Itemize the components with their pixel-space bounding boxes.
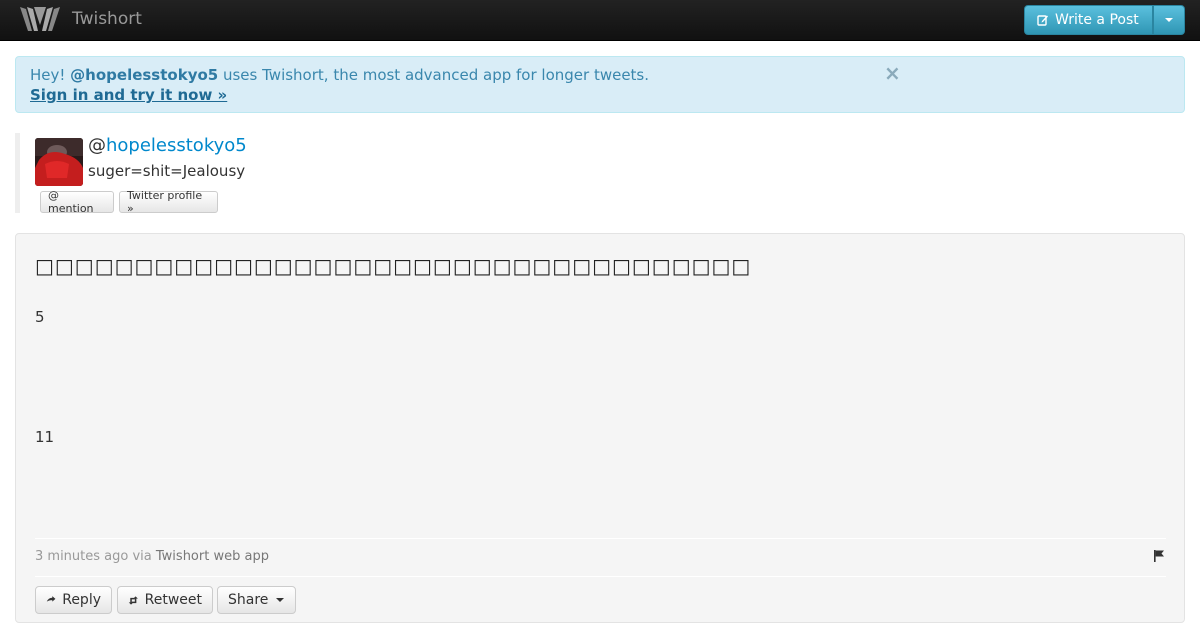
signin-alert: Hey! @hopelesstokyo5 uses Twishort, the … <box>15 56 1185 113</box>
write-post-button[interactable]: Write a Post <box>1024 5 1153 35</box>
reply-button[interactable]: Reply <box>35 586 112 614</box>
profile-handle: @hopelesstokyo5 <box>88 135 247 156</box>
avatar[interactable] <box>35 138 83 186</box>
write-post-dropdown-button[interactable] <box>1153 5 1185 35</box>
alert-suffix: uses Twishort, the most advanced app for… <box>218 66 650 84</box>
profile-username-link[interactable]: hopelesstokyo5 <box>106 135 247 156</box>
alert-prefix: Hey! <box>30 66 71 84</box>
at-sign: @ <box>88 135 106 156</box>
twitter-profile-button[interactable]: Twitter profile » <box>119 189 218 215</box>
brand-name[interactable]: Twishort <box>72 9 142 29</box>
post-container: □□□□□□□□□□□□□□□□□□□□□□□□□□□□□□□□□□□□ 5 1… <box>15 233 1185 623</box>
top-navbar: Twishort Write a Post <box>0 0 1200 41</box>
via-text: via <box>128 549 156 564</box>
reply-arrow-icon <box>46 595 56 602</box>
post-timestamp[interactable]: 3 minutes ago <box>35 549 128 564</box>
share-button[interactable]: Share <box>217 586 296 614</box>
chevron-down-icon <box>276 598 285 602</box>
alert-message: Hey! @hopelesstokyo5 uses Twishort, the … <box>30 65 1170 85</box>
post-text-line: 5 <box>35 308 45 326</box>
twishort-logo[interactable] <box>18 5 62 33</box>
via-app-link[interactable]: Twishort web app <box>156 549 269 564</box>
flag-icon[interactable] <box>1153 549 1165 563</box>
post-text-line: 11 <box>35 428 55 446</box>
post-meta: 3 minutes ago via Twishort web app <box>35 549 269 564</box>
retweet-label: Retweet <box>144 592 202 608</box>
mention-button[interactable]: @ mention <box>40 189 114 215</box>
divider <box>35 576 1166 577</box>
divider <box>35 538 1166 539</box>
chevron-down-icon <box>1165 18 1173 22</box>
sign-in-link[interactable]: Sign in and try it now » <box>30 86 227 104</box>
edit-icon <box>1037 15 1048 26</box>
post-title: □□□□□□□□□□□□□□□□□□□□□□□□□□□□□□□□□□□□ <box>35 254 752 278</box>
retweet-icon <box>128 595 138 605</box>
close-icon[interactable]: × <box>884 63 901 83</box>
write-post-label: Write a Post <box>1055 12 1139 28</box>
share-label: Share <box>228 592 269 608</box>
retweet-button[interactable]: Retweet <box>117 586 213 614</box>
profile-bio: suger=shit=Jealousy <box>88 162 246 180</box>
author-profile: @hopelesstokyo5 suger=shit=Jealousy @ me… <box>15 133 415 215</box>
alert-username: @hopelesstokyo5 <box>70 66 219 84</box>
reply-label: Reply <box>62 592 101 608</box>
